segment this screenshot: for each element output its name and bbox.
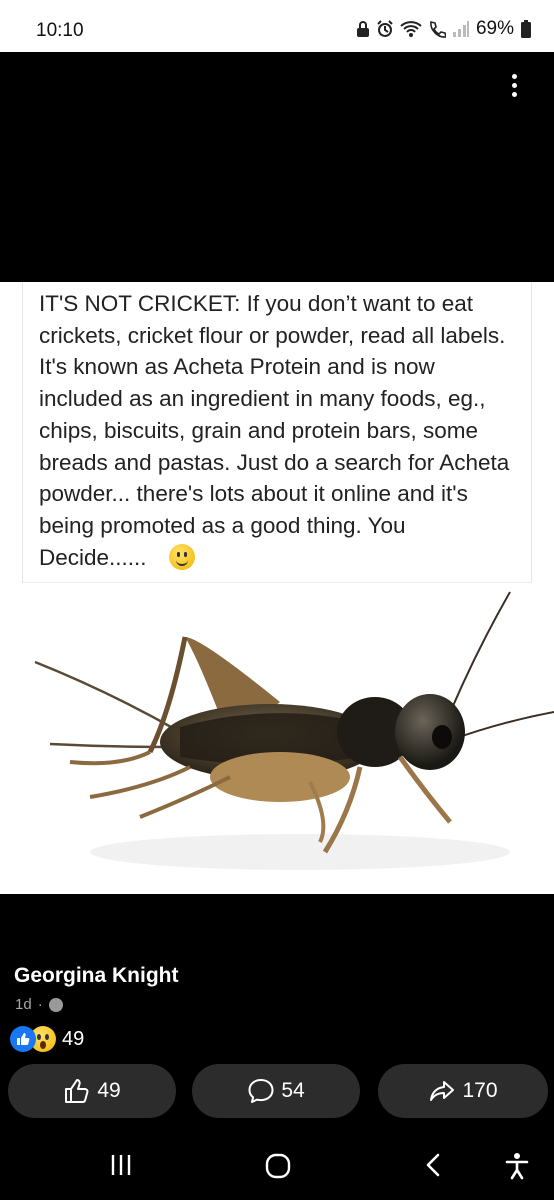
alarm-icon <box>377 20 393 37</box>
caption-box: IT'S NOT CRICKET: If you don’t want to e… <box>22 282 532 583</box>
comment-count: 54 <box>281 1079 305 1102</box>
post-time: 1d <box>15 996 32 1013</box>
post-actions: 49 54 170 <box>8 1064 548 1120</box>
post-meta: 1d · <box>15 996 63 1013</box>
post-author[interactable]: Georgina Knight <box>14 964 179 988</box>
wifi-icon <box>400 21 422 37</box>
post-caption: IT'S NOT CRICKET: If you don’t want to e… <box>39 288 519 573</box>
post-image[interactable]: IT'S NOT CRICKET: If you don’t want to e… <box>0 282 554 894</box>
reactions-summary[interactable]: 49 <box>10 1026 84 1052</box>
more-options-icon[interactable] <box>504 70 524 110</box>
recents-icon[interactable] <box>108 1152 134 1178</box>
accessibility-icon[interactable] <box>504 1152 530 1180</box>
status-bar: 10:10 69% <box>0 0 554 52</box>
status-time: 10:10 <box>36 20 84 41</box>
like-button[interactable]: 49 <box>8 1064 176 1118</box>
meta-separator: · <box>37 996 43 1013</box>
share-count: 170 <box>462 1079 498 1102</box>
reactions-count: 49 <box>62 1027 85 1050</box>
battery-icon <box>521 20 531 38</box>
smile-emoji-icon <box>168 543 195 570</box>
like-reaction-icon <box>10 1026 36 1052</box>
back-icon[interactable] <box>422 1152 444 1178</box>
lock-icon <box>356 21 369 37</box>
caption-text: IT'S NOT CRICKET: If you don’t want to e… <box>39 291 510 570</box>
home-icon[interactable] <box>264 1152 292 1180</box>
battery-percent: 69% <box>475 18 514 39</box>
comment-button[interactable]: 54 <box>192 1064 360 1118</box>
thumbs-up-icon <box>65 1079 89 1103</box>
status-icons: 69% <box>356 18 532 40</box>
share-icon <box>430 1081 455 1101</box>
share-button[interactable]: 170 <box>378 1064 548 1118</box>
like-count: 49 <box>97 1079 121 1102</box>
comment-icon <box>248 1079 274 1103</box>
system-nav-bar <box>0 1130 554 1200</box>
post-header-area <box>0 52 554 282</box>
globe-icon <box>48 997 63 1012</box>
cricket-image <box>34 591 554 870</box>
signal-icon <box>452 21 469 37</box>
call-icon <box>430 21 446 38</box>
